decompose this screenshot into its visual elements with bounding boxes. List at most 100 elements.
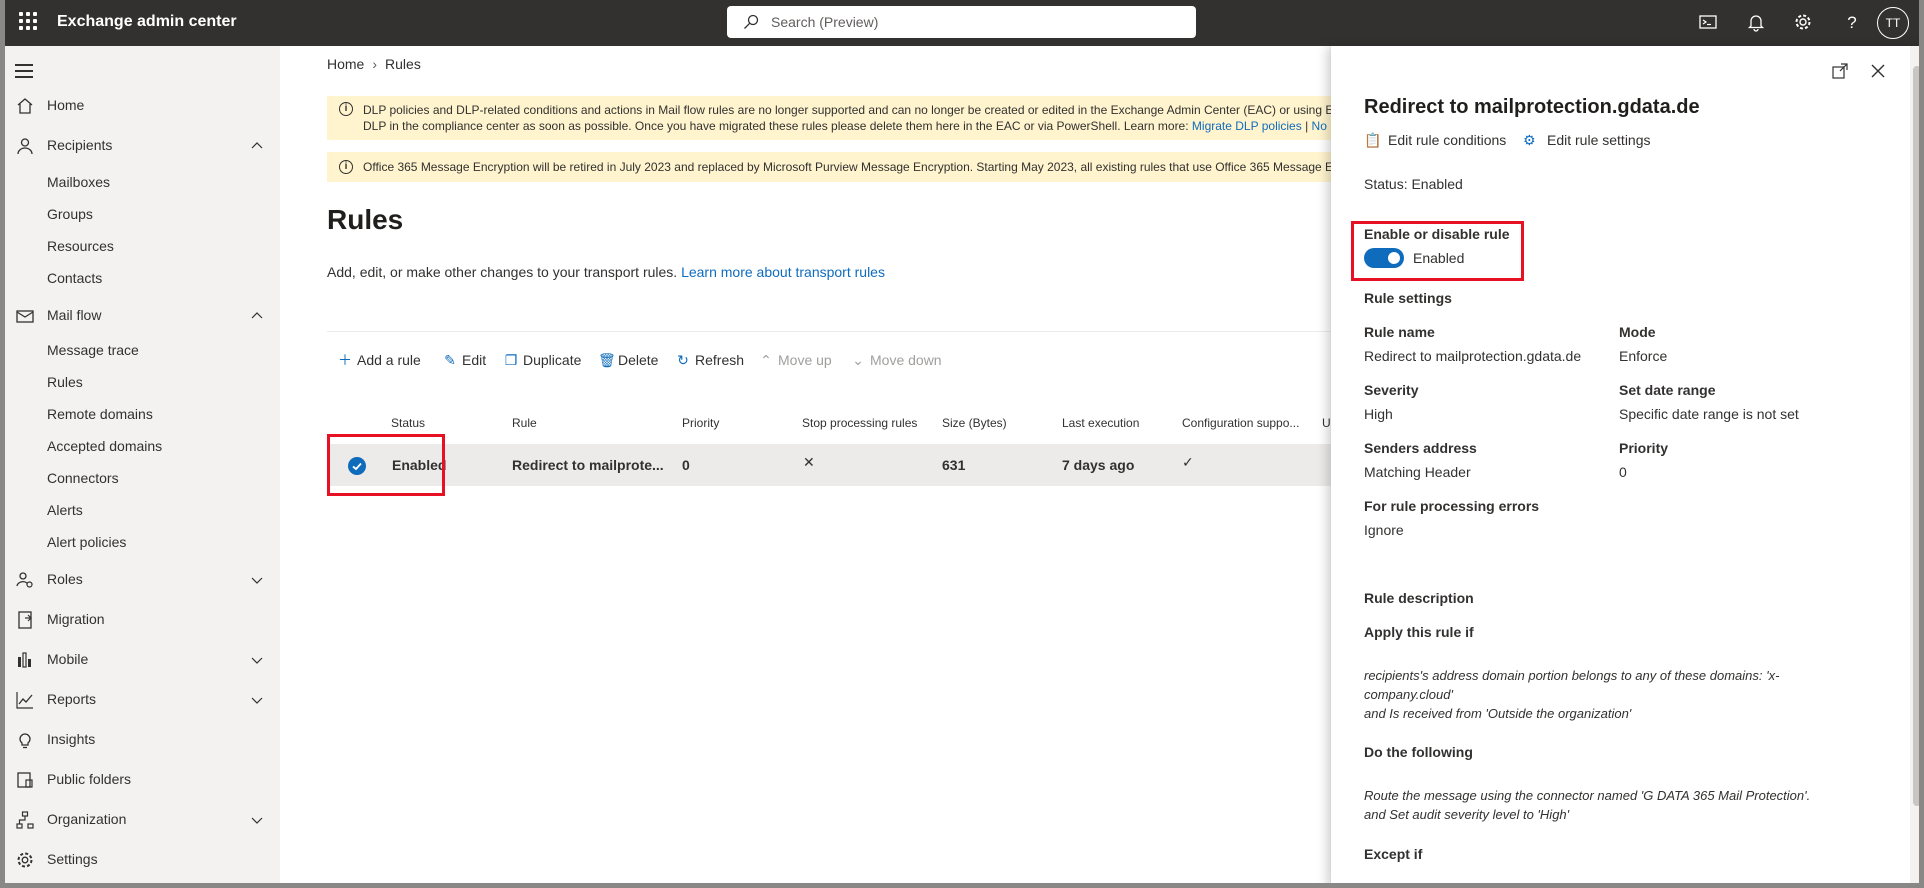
sidebar-item-insights[interactable]: Insights: [5, 722, 280, 758]
search-box[interactable]: Search (Preview): [727, 6, 1196, 38]
banner-text-line2: DLP in the compliance center as soon as …: [363, 119, 1346, 133]
hamburger-menu-icon[interactable]: [15, 64, 33, 78]
refresh-button[interactable]: ↻ Refresh: [675, 344, 744, 376]
cell-stop-processing: ✕: [803, 454, 815, 470]
help-icon[interactable]: ?: [1841, 12, 1863, 34]
banner-text-line1: DLP policies and DLP-related conditions …: [363, 103, 1340, 117]
sidebar-item-migration[interactable]: Migration: [5, 602, 280, 638]
sidebar-item-label: Mobile: [47, 651, 89, 667]
move-down-button[interactable]: ⌄ Move down: [850, 344, 941, 376]
chevron-down-icon[interactable]: [250, 693, 264, 707]
column-header-status[interactable]: Status: [391, 416, 425, 430]
sidebar-item-settings[interactable]: Settings: [5, 842, 280, 878]
lightbulb-icon: [15, 730, 35, 750]
column-header-priority[interactable]: Priority: [682, 416, 719, 430]
trash-icon: 🗑: [598, 352, 616, 368]
edit-button[interactable]: ✎ Edit: [442, 344, 486, 376]
mode-label: Mode: [1619, 324, 1656, 340]
severity-value: High: [1364, 406, 1393, 422]
gear-icon[interactable]: [1793, 12, 1815, 34]
info-icon: i: [339, 102, 353, 116]
sidebar-item-resources[interactable]: Resources: [47, 238, 114, 254]
plus-icon: ＋: [338, 352, 352, 368]
chevron-down-icon[interactable]: [250, 653, 264, 667]
sidebar-item-roles[interactable]: Roles: [5, 562, 280, 598]
breadcrumb-home[interactable]: Home: [327, 56, 364, 72]
divider: [327, 331, 1337, 332]
clipboard-icon: 📋: [1364, 132, 1382, 148]
sidebar-item-reports[interactable]: Reports: [5, 682, 280, 718]
home-icon: [15, 96, 35, 116]
sidebar-item-contacts[interactable]: Contacts: [47, 270, 102, 286]
errors-label: For rule processing errors: [1364, 498, 1540, 514]
panel-scrollbar[interactable]: [1910, 46, 1919, 883]
column-header-config-support[interactable]: Configuration suppo...: [1182, 416, 1299, 430]
rule-details-panel: Redirect to mailprotection.gdata.de 📋 Edi…: [1331, 46, 1919, 883]
sidebar-item-home[interactable]: Home: [5, 88, 280, 124]
learn-more-link[interactable]: Learn more about transport rules: [681, 264, 885, 280]
sidebar-item-message-trace[interactable]: Message trace: [47, 342, 139, 358]
panel-title: Redirect to mailprotection.gdata.de: [1364, 96, 1700, 118]
sidebar-item-label: Recipients: [47, 137, 113, 153]
search-icon: [743, 14, 759, 30]
apply-condition-line3: and Is received from 'Outside the organi…: [1364, 706, 1632, 721]
app-launcher-icon[interactable]: [19, 12, 39, 32]
senders-address-label: Senders address: [1364, 440, 1477, 456]
column-header-stop-processing[interactable]: Stop processing rules: [802, 416, 917, 430]
refresh-icon: ↻: [677, 352, 689, 368]
move-up-button[interactable]: ⌃ Move up: [758, 344, 832, 376]
cell-rule[interactable]: Redirect to mailprote...: [512, 457, 664, 473]
page-description: Add, edit, or make other changes to your…: [327, 264, 885, 280]
column-header-last-execution[interactable]: Last execution: [1062, 416, 1139, 430]
sidebar-item-accepted-domains[interactable]: Accepted domains: [47, 438, 162, 454]
priority-value: 0: [1619, 464, 1627, 480]
do-following-heading: Do the following: [1364, 744, 1473, 760]
sidebar-item-remote-domains[interactable]: Remote domains: [47, 406, 153, 422]
sidebar-item-label: Organization: [47, 811, 127, 827]
sidebar-item-mail-flow[interactable]: Mail flow: [5, 298, 280, 334]
bell-icon[interactable]: [1746, 12, 1768, 34]
breadcrumb-rules: Rules: [385, 56, 421, 72]
sidebar-item-organization[interactable]: Organization: [5, 802, 280, 838]
sidebar-item-groups[interactable]: Groups: [47, 206, 93, 222]
edit-rule-conditions-button[interactable]: 📋 Edit rule conditions: [1364, 132, 1506, 149]
edit-rule-settings-button[interactable]: ⚙ Edit rule settings: [1523, 132, 1651, 149]
status-highlight-box: [327, 434, 445, 496]
terminal-icon[interactable]: [1698, 12, 1720, 34]
sidebar-item-alert-policies[interactable]: Alert policies: [47, 534, 126, 550]
settings-gear-icon: [15, 850, 35, 870]
duplicate-button[interactable]: ❐ Duplicate: [503, 344, 582, 376]
sidebar-item-recipients[interactable]: Recipients: [5, 128, 280, 164]
close-icon[interactable]: [1869, 62, 1889, 82]
column-header-rule[interactable]: Rule: [512, 416, 537, 430]
chevron-down-icon[interactable]: [250, 573, 264, 587]
mode-value: Enforce: [1619, 348, 1668, 364]
person-icon: [15, 136, 35, 156]
sidebar-item-label: Settings: [47, 851, 98, 867]
sidebar-item-rules[interactable]: Rules: [47, 374, 83, 390]
avatar[interactable]: TT: [1877, 7, 1909, 39]
delete-button[interactable]: 🗑 Delete: [598, 344, 658, 376]
errors-value: Ignore: [1364, 522, 1404, 538]
migration-icon: [15, 610, 35, 630]
sidebar-item-alerts[interactable]: Alerts: [47, 502, 83, 518]
sidebar-item-mailboxes[interactable]: Mailboxes: [47, 174, 110, 190]
column-header-size[interactable]: Size (Bytes): [942, 416, 1007, 430]
add-rule-button[interactable]: ＋ Add a rule: [337, 344, 421, 376]
sidebar-item-mobile[interactable]: Mobile: [5, 642, 280, 678]
sidebar-item-connectors[interactable]: Connectors: [47, 470, 119, 486]
page-title: Rules: [327, 204, 404, 235]
chevron-up-icon[interactable]: [250, 139, 264, 153]
sidebar-item-label: Public folders: [47, 771, 132, 787]
chevron-up-icon[interactable]: [250, 309, 264, 323]
dlp-warning-banner: i DLP policies and DLP-related condition…: [327, 96, 1346, 140]
chevron-down-icon[interactable]: [250, 813, 264, 827]
sidebar-item-public-folders[interactable]: Public folders: [5, 762, 280, 798]
column-header-truncated[interactable]: U: [1322, 416, 1331, 430]
search-input[interactable]: Search (Preview): [771, 14, 878, 30]
open-in-new-window-icon[interactable]: [1831, 62, 1851, 82]
migrate-dlp-link[interactable]: Migrate DLP policies: [1192, 119, 1302, 133]
main-content: Home › Rules i DLP policies and DLP-relate…: [280, 46, 1346, 883]
copy-icon: ❐: [504, 352, 518, 368]
info-icon: i: [339, 160, 353, 174]
